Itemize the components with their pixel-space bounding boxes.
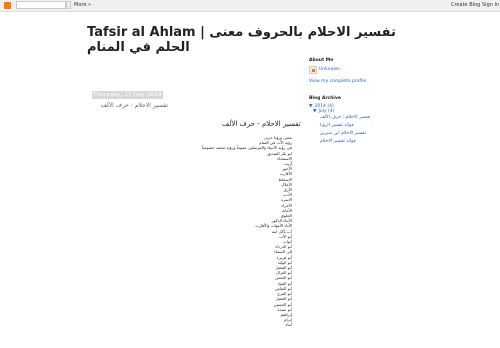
create-blog-link[interactable]: Create Blog [451, 1, 480, 10]
post-body: معنى ورؤيا حرف رؤية الأب في المنام في رؤية… [150, 135, 292, 328]
about-me-title: About Me [309, 58, 334, 63]
sign-in-link[interactable]: Sign In [482, 1, 499, 10]
blog-archive: ▼ 2014 (4) ▼ July (4) تفسير الاحلام : حرف … [309, 104, 449, 146]
expand-triangle-icon[interactable]: ▼ [309, 104, 312, 109]
blog-title[interactable]: Tafsir al Ahlam | تفسير الاحلام بالحروف … [87, 25, 407, 55]
profile: Unknown [309, 66, 449, 76]
expand-triangle-icon[interactable]: ▼ [313, 109, 316, 114]
post-breadcrumb: تفسير الاحلام : حرف الألف [100, 102, 168, 109]
archive-post-link[interactable]: فوائد تفسير الرؤيا [320, 122, 449, 130]
top-navbar: More » Create Blog Sign In [0, 0, 500, 12]
archive-post-link[interactable]: تفسير الاحلام ابن سيرين [320, 130, 449, 138]
date-header: Thursday, 17 July 2014 [92, 91, 163, 99]
blog-archive-title: Blog Archive [309, 96, 341, 101]
search-input[interactable] [16, 1, 66, 9]
archive-post-link[interactable]: تفسير الاحلام : حرف الألف [320, 114, 449, 122]
profile-name-link[interactable]: Unknown [319, 67, 340, 72]
post-title[interactable]: تفسير الاحلام - حرف الألف [222, 120, 301, 128]
more-menu[interactable]: More » [74, 1, 91, 10]
archive-post-link[interactable]: فوائد تفسير الاحلام [320, 138, 449, 146]
blogger-logo-icon[interactable] [4, 2, 11, 9]
post-list-item: أبناء [285, 322, 292, 328]
search-button[interactable] [66, 1, 71, 9]
profile-picture-icon[interactable] [309, 66, 317, 74]
sidebar: About Me Unknown View my complete profil… [309, 58, 449, 146]
